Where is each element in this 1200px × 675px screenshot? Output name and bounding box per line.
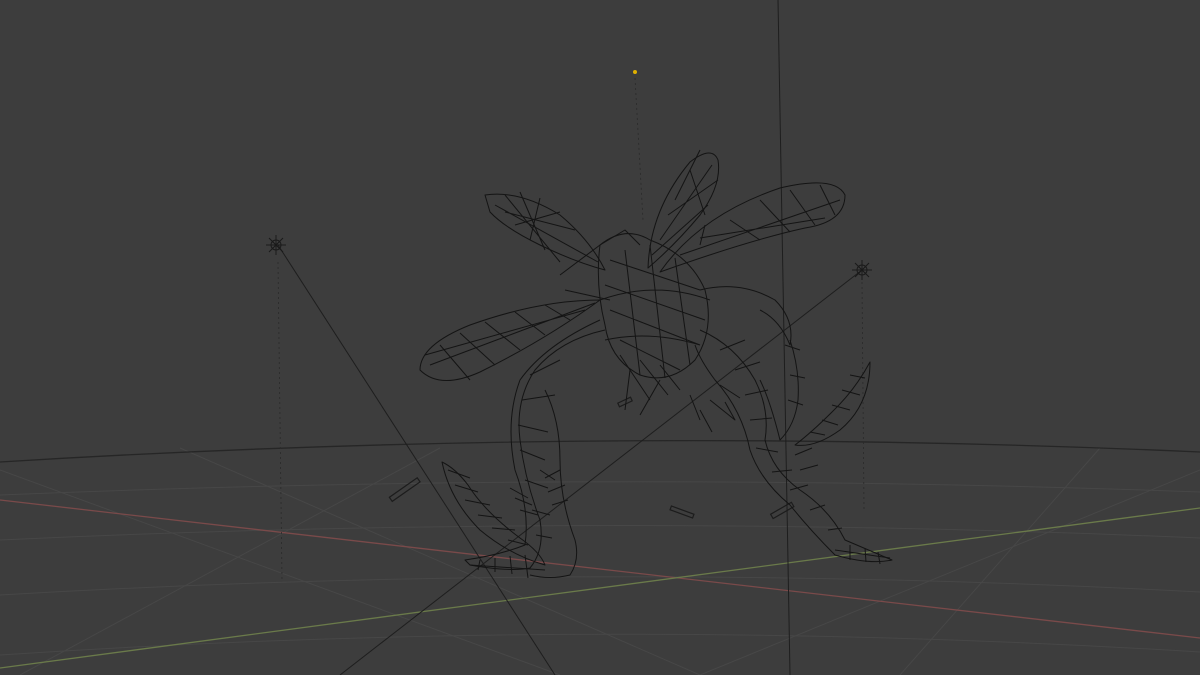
- empty-markers: [388, 396, 795, 520]
- camera-guide-vertical: [777, 0, 791, 675]
- light-right[interactable]: [852, 260, 872, 280]
- wing-top-left: [484, 191, 606, 271]
- creature-body: [559, 229, 711, 416]
- camera-target-dot[interactable]: [633, 70, 637, 74]
- wing-top-middle: [647, 149, 720, 269]
- floor-grid: [0, 447, 1200, 675]
- creature-spines: [544, 384, 819, 506]
- horizon-line: [0, 439, 1200, 463]
- light-guide-right: [861, 281, 865, 511]
- target-guide-vertical: [634, 77, 644, 221]
- leg-left: [464, 319, 606, 579]
- creature-wireframe-mesh[interactable]: [419, 149, 893, 579]
- wing-top-right: [659, 182, 846, 273]
- 3d-viewport[interactable]: [0, 0, 1200, 675]
- viewport-canvas[interactable]: [0, 0, 1200, 675]
- claw-right-scythe: [759, 339, 871, 446]
- light-left[interactable]: [266, 235, 286, 255]
- x-axis-line: [0, 499, 1200, 639]
